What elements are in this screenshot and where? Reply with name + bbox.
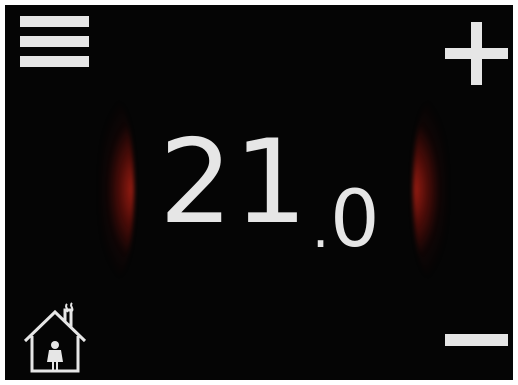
temperature-integer: 21 xyxy=(159,115,309,250)
home-person-icon[interactable] xyxy=(22,302,88,374)
left-heat-glow xyxy=(100,102,134,277)
menu-icon[interactable] xyxy=(20,16,89,67)
right-heat-glow xyxy=(413,102,447,277)
plus-icon[interactable] xyxy=(445,22,508,85)
thermostat-screen: 21 . 0 xyxy=(5,5,513,380)
temperature-decimal: 0 xyxy=(330,175,380,265)
minus-icon[interactable] xyxy=(445,328,508,352)
temperature-separator: . xyxy=(312,197,330,260)
temperature-display: 21 . 0 xyxy=(159,115,380,265)
